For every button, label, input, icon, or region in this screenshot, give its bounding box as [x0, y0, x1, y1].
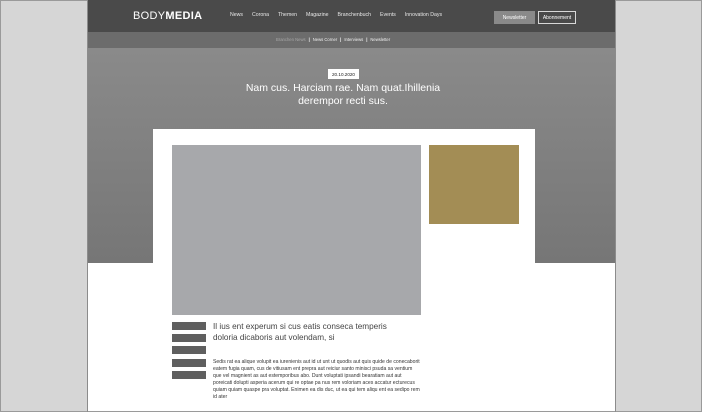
subnav-item-newsletter[interactable]: Newsletter: [370, 37, 390, 42]
subnav-item-interviews[interactable]: Interviews: [344, 37, 363, 42]
nav-item-news[interactable]: News: [230, 12, 243, 18]
article-title: Nam cus. Harciam rae. Nam quat.Ihillenia…: [228, 82, 458, 107]
nav-item-themen[interactable]: Themen: [278, 12, 297, 18]
subnav-separator: |: [308, 37, 310, 42]
nav-item-magazine[interactable]: Magazine: [306, 12, 329, 18]
article-title-line-1: Nam cus. Harciam rae. Nam quat.Ihillenia: [245, 82, 441, 94]
article-card: Il ius ent experum si cus eatis conseca …: [153, 129, 535, 411]
meta-placeholder-bar: [172, 346, 206, 354]
sub-navigation-bar: Branchen News | News Corner | Interviews…: [88, 32, 615, 48]
subnav-item-news-corner[interactable]: News Corner: [313, 37, 337, 42]
sub-nav: Branchen News | News Corner | Interviews…: [276, 37, 390, 42]
nav-item-branchenbuch[interactable]: Branchenbuch: [338, 12, 371, 18]
meta-placeholder-bar: [172, 322, 206, 330]
right-gutter-divider: [615, 0, 616, 412]
subnav-separator: |: [340, 37, 342, 42]
logo-part-1: BODY: [133, 10, 166, 22]
nav-item-events[interactable]: Events: [380, 12, 396, 18]
main-image-placeholder: [172, 145, 421, 315]
meta-placeholder-bar: [172, 359, 206, 367]
newsletter-button[interactable]: Newsletter: [494, 11, 535, 24]
article-headline: Il ius ent experum si cus eatis conseca …: [213, 322, 387, 342]
meta-placeholder-bar: [172, 334, 206, 342]
nav-item-innovation-days[interactable]: Innovation Days: [405, 12, 442, 18]
logo[interactable]: BODYMEDIA: [133, 10, 202, 22]
article-title-line-2: derempor recti sus.: [298, 94, 388, 107]
subnav-item-branchen-news[interactable]: Branchen News: [276, 37, 306, 42]
main-nav: News Corona Themen Magazine Branchenbuch…: [230, 12, 442, 18]
subnav-separator: |: [366, 37, 368, 42]
date-badge: 20.10.2020: [328, 69, 359, 79]
top-navigation-bar: BODYMEDIA News Corona Themen Magazine Br…: [88, 0, 615, 32]
page: BODYMEDIA News Corona Themen Magazine Br…: [88, 0, 615, 411]
meta-placeholder-bar: [172, 371, 206, 379]
nav-item-corona[interactable]: Corona: [252, 12, 269, 18]
abonnement-button[interactable]: Abonnement: [538, 11, 576, 24]
article-body: Sedis rat ea alique volupit ea iurenieni…: [213, 359, 420, 400]
logo-part-2: MEDIA: [165, 10, 203, 22]
ad-image-placeholder[interactable]: [429, 145, 519, 224]
